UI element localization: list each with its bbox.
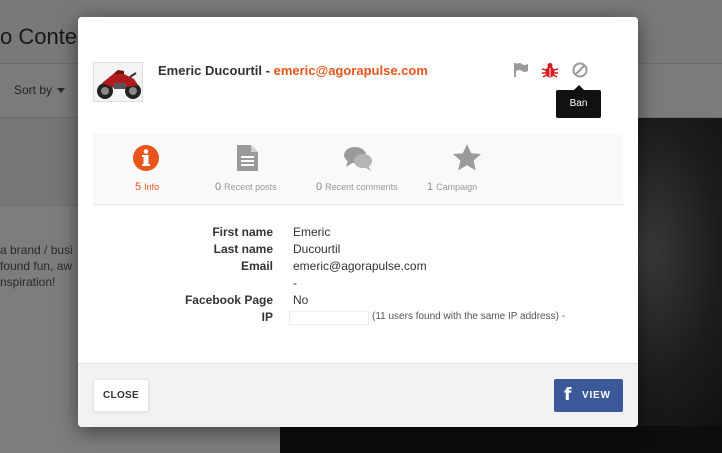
document-icon [237, 145, 258, 171]
view-button-label: VIEW [582, 390, 611, 401]
close-button[interactable]: CLOSE [93, 379, 149, 412]
ip-users-note[interactable]: (11 users found with the same IP address… [372, 311, 565, 322]
detail-label: First name [212, 225, 273, 239]
tab-campaign-label: 1 Campaign [427, 181, 477, 193]
tab-count: 5 [135, 181, 142, 193]
info-icon [133, 145, 159, 171]
ban-tooltip: Ban [556, 85, 601, 118]
detail-row-first-name: First name Emeric [78, 225, 638, 242]
modal-body: Emeric Ducourtil - emeric@agorapulse.com [78, 17, 638, 363]
bug-icon[interactable] [541, 61, 559, 79]
tab-text: Recent comments [325, 182, 398, 192]
detail-value: Ducourtil [293, 242, 341, 256]
tab-campaign[interactable]: 1 Campaign [427, 133, 513, 205]
tab-info-label: 5 Info [135, 181, 159, 193]
detail-value: Emeric [293, 225, 331, 239]
avatar [93, 62, 143, 102]
detail-row-facebook-page: Facebook Page No [78, 293, 638, 310]
detail-label: IP [261, 310, 273, 324]
tab-count: 0 [316, 181, 323, 193]
tab-count: 0 [215, 181, 222, 193]
ban-icon[interactable] [571, 61, 589, 79]
detail-label: Facebook Page [184, 293, 273, 307]
tab-info[interactable]: 5 Info [128, 133, 188, 205]
detail-value: - [293, 276, 297, 290]
user-name: Emeric Ducourtil [158, 63, 263, 78]
tab-text: Campaign [436, 182, 478, 192]
bug-icon-graphic [541, 63, 559, 78]
tab-text: Info [144, 182, 160, 192]
user-profile-modal: Emeric Ducourtil - emeric@agorapulse.com [78, 17, 638, 427]
tab-recent-comments[interactable]: 0 Recent comments [311, 133, 416, 205]
ip-value [289, 311, 369, 325]
comments-icon [344, 147, 372, 171]
tab-text: Recent posts [224, 182, 277, 192]
user-email-link[interactable]: emeric@agorapulse.com [274, 63, 428, 78]
detail-row-ip: IP (11 users found with the same IP addr… [78, 310, 638, 327]
star-icon [453, 144, 481, 171]
detail-row-email: Email emeric@agorapulse.com [78, 259, 638, 276]
detail-label: Email [240, 259, 273, 273]
detail-value: emeric@agorapulse.com [293, 259, 427, 273]
ban-icon-graphic [572, 62, 588, 78]
motorcycle-image [94, 63, 142, 101]
user-title: Emeric Ducourtil - emeric@agorapulse.com [158, 63, 428, 78]
detail-label: Last name [213, 242, 273, 256]
detail-value: No [293, 293, 309, 307]
facebook-icon: f [564, 385, 573, 405]
view-on-facebook-button[interactable]: f VIEW [554, 379, 623, 412]
flag-icon[interactable] [512, 61, 530, 79]
tab-recent-posts[interactable]: 0 Recent posts [208, 133, 298, 205]
detail-row-extra: - [78, 276, 638, 293]
tab-recent-comments-label: 0 Recent comments [316, 181, 398, 193]
modal-footer: CLOSE f VIEW [78, 363, 638, 427]
user-title-separator: - [262, 63, 274, 78]
tab-recent-posts-label: 0 Recent posts [215, 181, 277, 193]
tab-count: 1 [427, 181, 434, 193]
flag-icon-graphic [514, 63, 528, 77]
profile-tabs: 5 Info 0 Recent posts 0 Recent comments … [93, 133, 623, 205]
detail-row-last-name: Last name Ducourtil [78, 242, 638, 259]
